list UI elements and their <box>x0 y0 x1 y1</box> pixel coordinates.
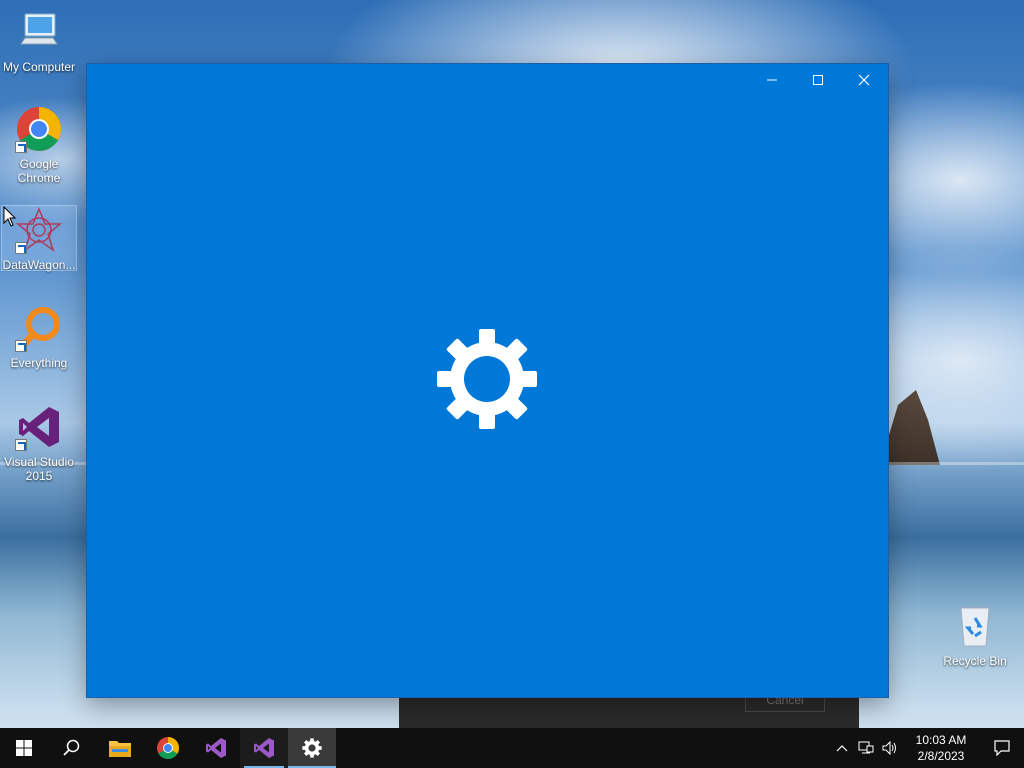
minimize-icon <box>767 79 777 81</box>
settings-splash-window[interactable] <box>87 64 888 697</box>
everything-search-icon <box>15 304 63 352</box>
minimize-button[interactable] <box>749 64 795 96</box>
taskbar-visual-studio[interactable] <box>192 728 240 768</box>
start-button[interactable] <box>0 728 48 768</box>
file-explorer-icon <box>109 741 131 757</box>
desktop-icon-my-computer[interactable]: My Computer <box>2 8 76 74</box>
desktop-icon-label: My Computer <box>2 60 76 74</box>
taskbar-chrome[interactable] <box>144 728 192 768</box>
recycle-bin-icon <box>951 602 999 650</box>
clock[interactable]: 10:03 AM 2/8/2023 <box>902 732 980 764</box>
action-center-button[interactable] <box>980 728 1024 768</box>
desktop-icon-visual-studio[interactable]: Visual Studio 2015 <box>2 403 76 483</box>
clock-time: 10:03 AM <box>915 733 967 747</box>
shortcut-arrow-icon <box>15 141 27 153</box>
desktop-icon-recycle-bin[interactable]: Recycle Bin <box>938 602 1012 668</box>
desktop-icon-label: Google Chrome <box>17 157 61 185</box>
chevron-up-icon <box>836 745 848 752</box>
gear-icon <box>437 329 537 429</box>
clock-date: 2/8/2023 <box>917 749 965 763</box>
windows-start-icon <box>16 740 32 756</box>
desktop-icon-label: Recycle Bin <box>943 654 1007 668</box>
desktop-icon-everything[interactable]: Everything <box>2 304 76 370</box>
desktop-icon-google-chrome[interactable]: Google Chrome <box>2 105 76 185</box>
taskbar-visual-studio-running[interactable] <box>240 728 288 768</box>
background-rock <box>880 390 940 465</box>
show-hidden-icons-button[interactable] <box>830 728 854 768</box>
datawagon-icon <box>15 206 63 254</box>
action-center-icon <box>994 740 1010 756</box>
desktop-icon-label: Visual Studio 2015 <box>4 455 74 483</box>
computer-icon <box>15 8 63 56</box>
chrome-icon <box>157 737 179 759</box>
maximize-button[interactable] <box>795 64 841 96</box>
settings-gear-icon <box>302 738 322 758</box>
maximize-icon <box>813 75 823 85</box>
volume-icon <box>882 741 896 755</box>
desktop-icon-label: DataWagon... <box>2 258 76 272</box>
search-icon <box>63 739 80 756</box>
shortcut-arrow-icon <box>15 439 27 451</box>
close-button[interactable] <box>841 64 887 96</box>
taskbar-search-button[interactable] <box>48 728 96 768</box>
visual-studio-icon <box>206 738 226 758</box>
shortcut-arrow-icon <box>15 242 27 254</box>
volume-button[interactable] <box>878 728 902 768</box>
close-icon <box>858 74 870 86</box>
visual-studio-icon <box>15 403 63 451</box>
network-icon <box>858 741 874 754</box>
visual-studio-icon <box>254 738 274 758</box>
taskbar-settings[interactable] <box>288 728 336 768</box>
taskbar-file-explorer[interactable] <box>96 728 144 768</box>
taskbar: 10:03 AM 2/8/2023 <box>0 728 1024 768</box>
desktop-icon-label: Everything <box>10 356 68 370</box>
chrome-icon <box>15 105 63 153</box>
network-button[interactable] <box>854 728 878 768</box>
mouse-cursor-icon <box>3 206 17 227</box>
shortcut-arrow-icon <box>15 340 27 352</box>
system-tray: 10:03 AM 2/8/2023 <box>830 728 1024 768</box>
